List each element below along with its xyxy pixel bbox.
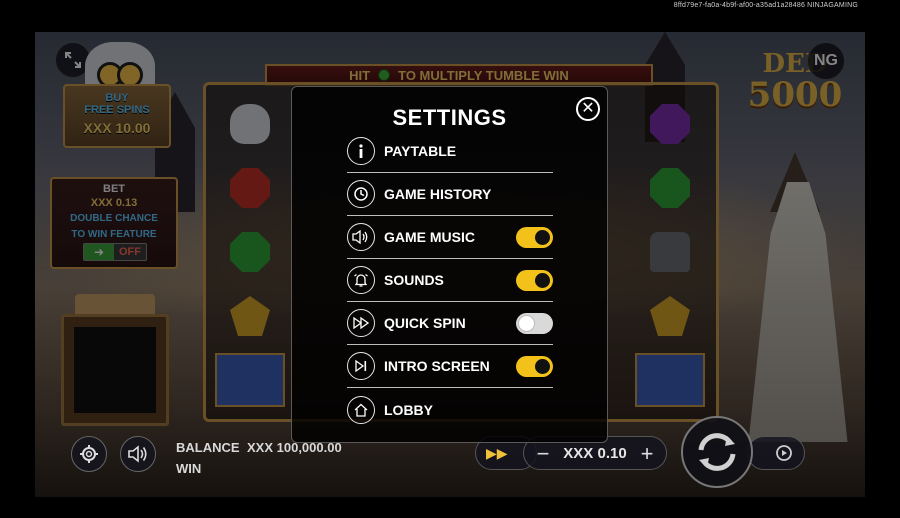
menu-item-game-music[interactable]: GAME MUSIC xyxy=(347,216,553,259)
toggle-knob xyxy=(535,229,550,245)
menu-item-label: SOUNDS xyxy=(384,272,444,288)
intro-screen-toggle[interactable] xyxy=(516,355,553,377)
menu-item-lobby[interactable]: LOBBY xyxy=(347,388,553,431)
menu-item-sounds[interactable]: SOUNDS xyxy=(347,259,553,302)
menu-item-paytable[interactable]: PAYTABLE xyxy=(347,130,553,173)
menu-item-label: PAYTABLE xyxy=(384,143,457,159)
session-id-text: 8ffd79e7-fa0a-4b9f-af00-a35ad1a28486 NIN… xyxy=(673,2,858,9)
double-arrow-icon: ▶▶ xyxy=(486,444,508,461)
quick-spin-toggle[interactable] xyxy=(516,312,553,334)
stake-value: XXX 0.10 xyxy=(563,445,627,462)
autoplay-button[interactable] xyxy=(747,436,805,470)
menu-item-label: INTRO SCREEN xyxy=(384,358,490,374)
menu-item-intro-screen[interactable]: INTRO SCREEN xyxy=(347,345,553,388)
stake-decrease-button[interactable]: − xyxy=(528,439,558,469)
stake-increase-button[interactable]: + xyxy=(632,439,662,469)
skip-icon xyxy=(347,352,375,380)
menu-item-label: GAME MUSIC xyxy=(384,229,475,245)
balance-label: BALANCE xyxy=(176,440,240,455)
close-button[interactable]: ✕ xyxy=(576,97,600,121)
settings-modal: SETTINGS ✕ PAYTABLE GAME HISTORY GAME MU… xyxy=(291,86,608,443)
speaker-icon xyxy=(347,223,375,251)
settings-title: SETTINGS xyxy=(392,105,507,130)
settings-button[interactable] xyxy=(71,436,107,472)
toggle-knob xyxy=(535,272,550,288)
sound-button[interactable] xyxy=(120,436,156,472)
info-icon xyxy=(347,137,375,165)
win-label: WIN xyxy=(176,461,202,476)
menu-item-label: GAME HISTORY xyxy=(384,186,492,202)
toggle-knob xyxy=(535,358,550,374)
autoplay-icon xyxy=(776,445,792,461)
sounds-toggle[interactable] xyxy=(516,269,553,291)
menu-item-label: LOBBY xyxy=(384,401,433,418)
menu-item-quick-spin[interactable]: QUICK SPIN xyxy=(347,302,553,345)
toggle-knob xyxy=(519,315,534,331)
clock-icon xyxy=(347,180,375,208)
game-music-toggle[interactable] xyxy=(516,226,553,248)
spin-button[interactable] xyxy=(681,416,753,488)
gear-icon xyxy=(80,445,98,463)
menu-item-game-history[interactable]: GAME HISTORY xyxy=(347,173,553,216)
home-icon xyxy=(347,395,375,424)
menu-item-label: QUICK SPIN xyxy=(384,315,466,331)
spin-arrows-icon xyxy=(698,433,736,471)
speaker-icon xyxy=(128,445,147,463)
bell-icon xyxy=(347,266,375,294)
fast-forward-icon xyxy=(347,309,375,337)
